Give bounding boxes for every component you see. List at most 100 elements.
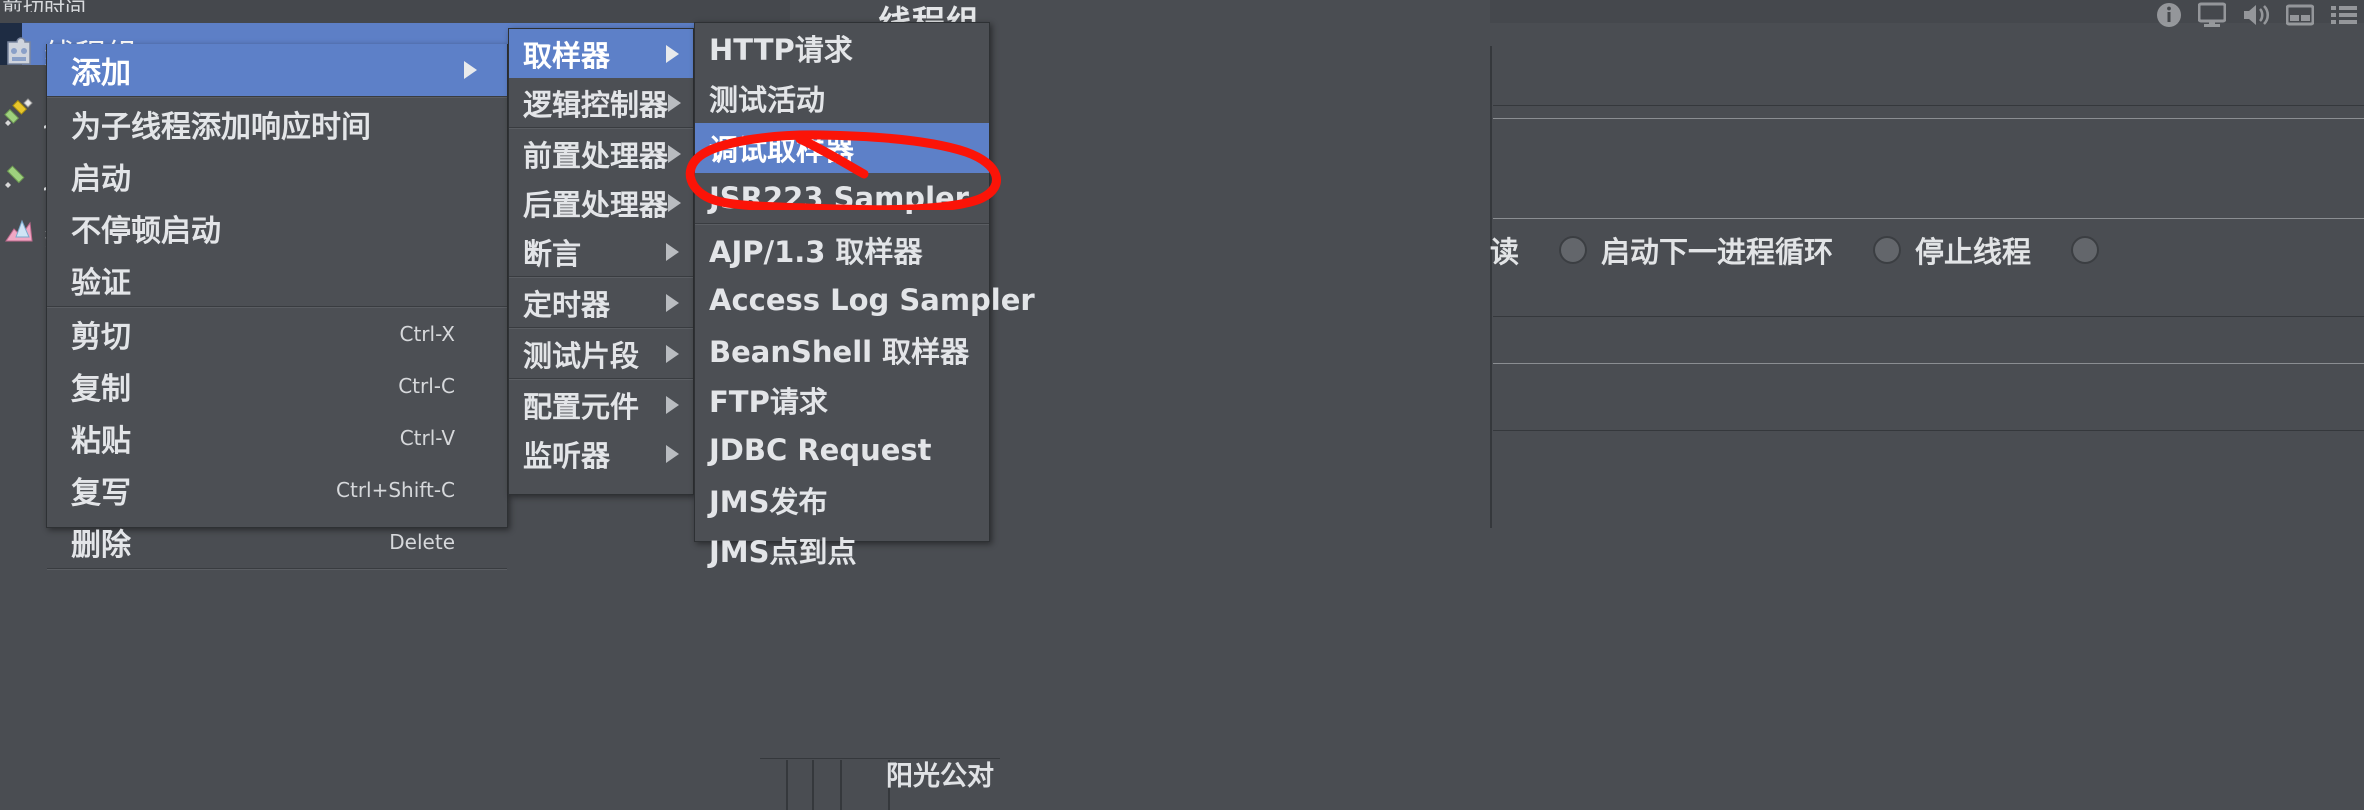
menu-item-label: 删除 xyxy=(71,528,131,563)
menu-item-label: 验证 xyxy=(71,266,131,301)
menu-item[interactable]: AJP/1.3 取样器 xyxy=(695,225,989,275)
menu-item[interactable]: 测试活动 xyxy=(695,73,989,123)
panel-divider xyxy=(812,760,814,810)
menu-item-label: HTTP请求 xyxy=(709,33,853,67)
menu-item-label: 复制 xyxy=(71,372,131,407)
radio-label-stop-thread: 停止线程 xyxy=(1915,234,2032,269)
toolbar-fragment-text: 剪切时间 xyxy=(2,0,86,12)
menu-item-label: 配置元件 xyxy=(523,389,640,424)
menu-item-label: FTP请求 xyxy=(709,385,828,419)
radio-start-next-loop[interactable] xyxy=(1559,235,1588,264)
menu-item[interactable]: 断言 xyxy=(509,227,693,276)
menu-item-label: 复写 xyxy=(71,476,131,511)
menu-item-label: 取样器 xyxy=(523,38,611,73)
menu-separator xyxy=(47,568,507,570)
radio-row-prefix-text: 读 xyxy=(1490,234,1520,269)
menu-item-label: JMS发布 xyxy=(709,485,828,519)
thread-group-context-menu[interactable]: 添加为子线程添加响应时间 启动不停顿启动验证剪切 Ctrl-X 复制 Ctrl-C 粘贴 C… xyxy=(46,44,508,570)
submenu-arrow-icon xyxy=(666,44,679,63)
submenu-arrow-icon xyxy=(668,193,682,212)
menu-item-label: 启动 xyxy=(71,162,131,197)
panel-divider xyxy=(1493,105,2364,106)
radio-stop-test[interactable] xyxy=(2071,235,2100,264)
menu-item-label: 监听器 xyxy=(523,438,611,473)
menu-item[interactable]: 删除 Delete xyxy=(47,516,507,568)
menu-item-label: 调试取样器 xyxy=(709,133,855,167)
menu-item[interactable]: 后置处理器 xyxy=(509,178,693,227)
menu-item[interactable]: 定时器 xyxy=(509,278,693,327)
jdbc-request-icon xyxy=(2,157,36,191)
menu-item[interactable]: JDBC Request xyxy=(695,425,989,475)
panel-divider xyxy=(1493,430,2364,431)
menu-item[interactable]: FTP请求 xyxy=(695,375,989,425)
menu-item[interactable]: 复制 Ctrl-C xyxy=(47,360,507,412)
panel-divider xyxy=(1490,46,1492,528)
right-content-panel xyxy=(1490,0,2364,810)
menu-item[interactable]: 前置处理器 xyxy=(509,129,693,178)
menu-item[interactable]: 粘贴 Ctrl-V xyxy=(47,412,507,464)
menu-item[interactable]: 剪切 Ctrl-X xyxy=(47,308,507,360)
submenu-arrow-icon xyxy=(666,242,679,261)
menu-item-label: JMS点到点 xyxy=(709,535,857,569)
list-icon[interactable] xyxy=(2330,2,2358,28)
menu-item-label: 测试片段 xyxy=(523,338,640,373)
menu-item-shortcut: Ctrl-C xyxy=(398,374,455,398)
menu-item-label: 定时器 xyxy=(523,287,611,322)
view-results-tree-icon xyxy=(2,215,36,249)
menu-item[interactable]: BeanShell 取样器 xyxy=(695,325,989,375)
sampler-submenu[interactable]: HTTP请求测试活动调试取样器 JSR223 Sampler AJP/1.3 取样器… xyxy=(694,22,1035,569)
menu-item[interactable]: 启动 xyxy=(47,150,507,202)
menu-item-shortcut: Ctrl+Shift-C xyxy=(336,478,455,502)
menu-item-label: 添加 xyxy=(71,56,131,91)
background-obscured-text: 阳光公对 xyxy=(886,761,994,788)
menu-item[interactable]: 测试片段 xyxy=(509,329,693,378)
submenu-arrow-icon xyxy=(464,61,477,79)
menu-item[interactable]: 不停顿启动 xyxy=(47,202,507,254)
top-right-icon-cluster[interactable] xyxy=(2156,2,2358,28)
menu-item[interactable]: Access Log Sampler xyxy=(695,275,1035,325)
menu-item[interactable]: 验证 xyxy=(47,254,507,306)
add-submenu[interactable]: 取样器逻辑控制器前置处理器后置处理器断言定时器测试片段配置元件监听器 xyxy=(508,28,694,495)
panel-divider xyxy=(1493,118,2364,119)
menu-item[interactable]: JMS发布 xyxy=(695,475,989,525)
menu-item-label: 后置处理器 xyxy=(523,187,669,222)
layout-icon[interactable] xyxy=(2286,2,2314,28)
submenu-arrow-icon xyxy=(666,395,679,414)
menu-item-label: 为子线程添加响应时间 xyxy=(71,110,371,145)
thread-group-icon xyxy=(2,35,36,69)
menu-item-label: Access Log Sampler xyxy=(709,283,1035,317)
radio-stop-thread[interactable] xyxy=(1873,235,1902,264)
menu-item-label: JDBC Request xyxy=(709,433,932,467)
thread-action-radio-row: 读 启动下一进程循环 停止线程 xyxy=(1490,222,2364,277)
menu-item[interactable]: JMS点到点 xyxy=(695,525,989,575)
menu-item-label: 前置处理器 xyxy=(523,138,669,173)
submenu-arrow-icon xyxy=(668,93,682,112)
menu-item-label: BeanShell 取样器 xyxy=(709,335,970,369)
menu-item[interactable]: 逻辑控制器 xyxy=(509,78,693,127)
menu-item[interactable]: 配置元件 xyxy=(509,380,693,429)
info-icon[interactable] xyxy=(2156,2,2182,28)
volume-icon[interactable] xyxy=(2242,2,2270,28)
menu-item[interactable]: 复写 Ctrl+Shift-C xyxy=(47,464,507,516)
menu-item[interactable]: 调试取样器 xyxy=(695,123,989,173)
menu-item-label: 不停顿启动 xyxy=(71,214,221,249)
jdbc-config-icon xyxy=(2,95,36,129)
menu-item-shortcut: Ctrl-X xyxy=(399,322,455,346)
menu-item-label: 逻辑控制器 xyxy=(523,87,669,122)
menu-item[interactable]: JSR223 Sampler xyxy=(695,173,989,223)
menu-item[interactable]: 监听器 xyxy=(509,429,693,478)
menu-item[interactable]: 取样器 xyxy=(509,29,693,78)
panel-divider xyxy=(1493,316,2364,317)
submenu-arrow-icon xyxy=(668,144,682,163)
panel-divider xyxy=(786,760,788,810)
panel-divider xyxy=(1493,218,2364,219)
panel-divider xyxy=(1493,363,2364,364)
menu-item-label: 剪切 xyxy=(71,320,131,355)
menu-item[interactable]: HTTP请求 xyxy=(695,23,989,73)
menu-item-label: 断言 xyxy=(523,236,582,271)
monitor-icon[interactable] xyxy=(2198,2,2226,28)
menu-item[interactable]: 添加 xyxy=(47,44,507,96)
submenu-arrow-icon xyxy=(666,344,679,363)
app-screen: 剪切时间 线程组 阳光公对 线程组 xyxy=(0,0,2364,810)
menu-item[interactable]: 为子线程添加响应时间 xyxy=(47,98,507,150)
